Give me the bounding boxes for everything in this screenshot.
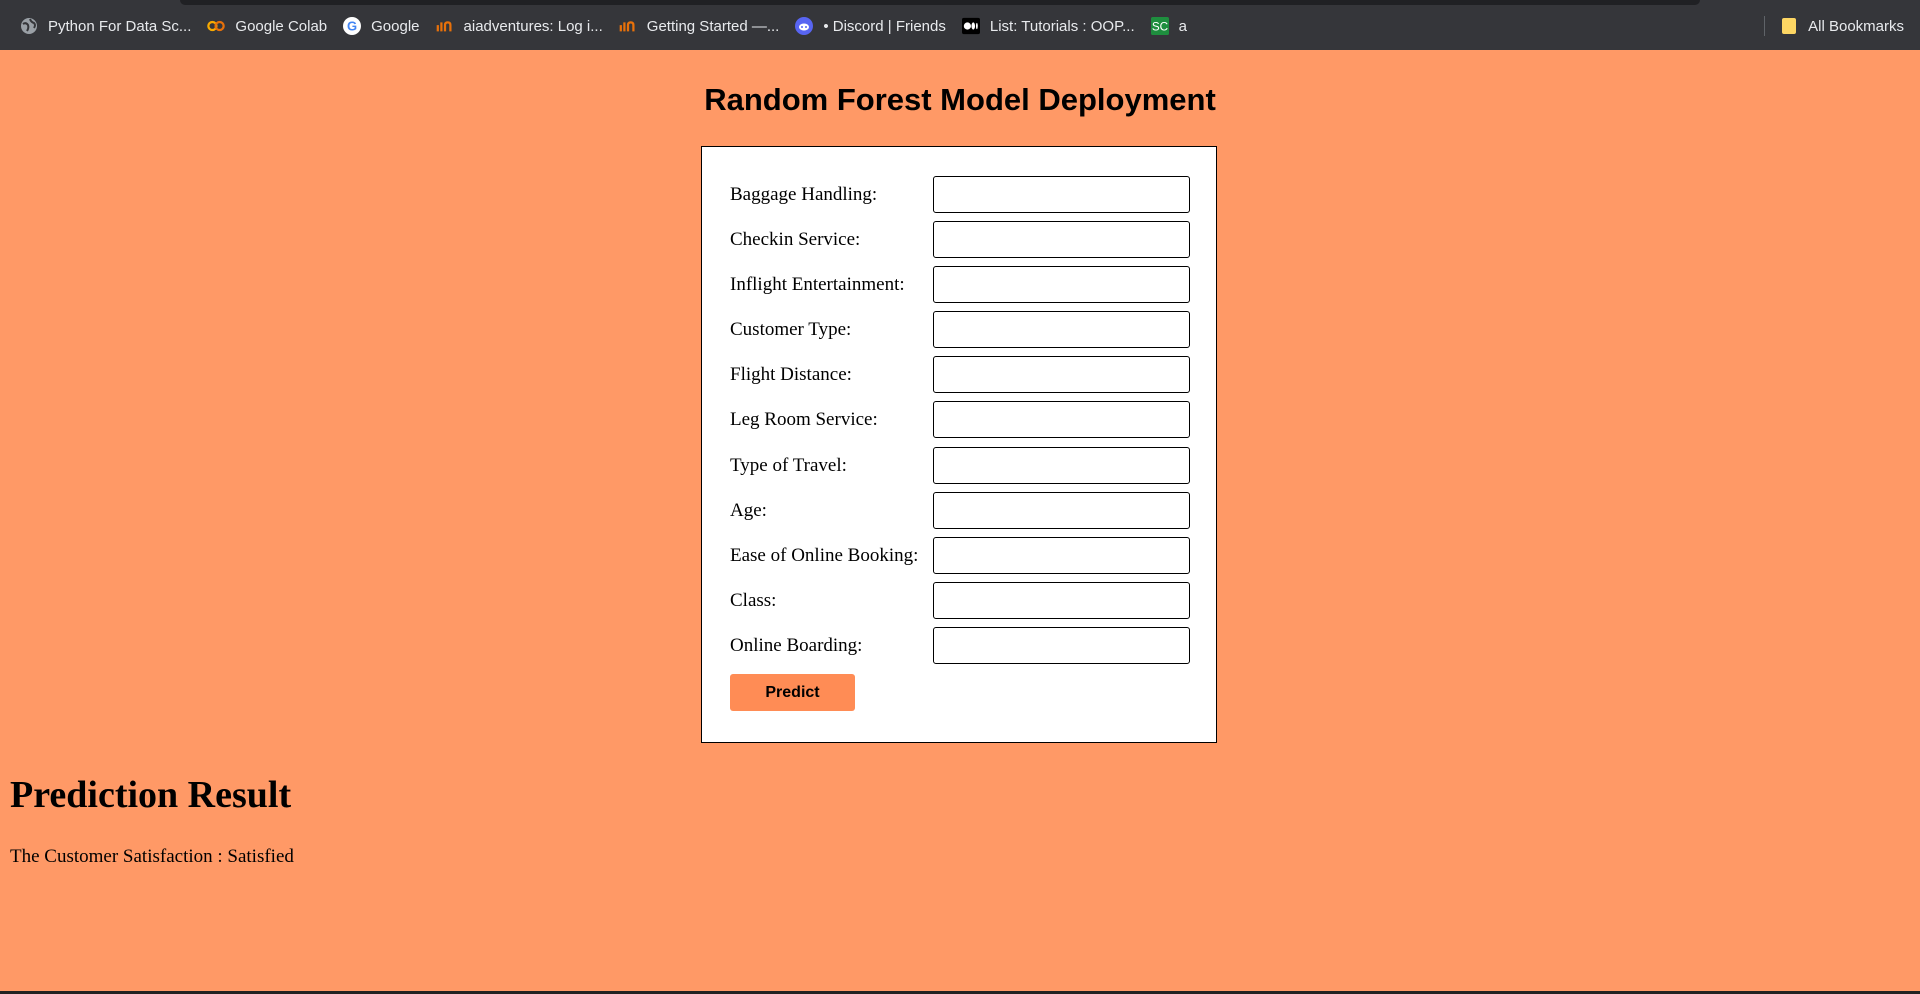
flight-distance-label: Flight Distance:	[730, 364, 852, 385]
prediction-result-heading: Prediction Result	[10, 774, 292, 816]
online-boarding-label: Online Boarding:	[730, 635, 863, 656]
sc-icon-text: SC	[1152, 21, 1168, 34]
bookmark-separator	[1764, 16, 1765, 36]
svg-text:G: G	[347, 19, 357, 34]
form-row-age: Age:	[730, 492, 1190, 529]
form-row-leg-room-service: Leg Room Service:	[730, 401, 1190, 438]
all-bookmarks-button[interactable]: All Bookmarks	[1780, 13, 1904, 39]
bookmark-list: Python For Data Sc... Google Colab G Goo…	[12, 13, 1195, 39]
checkin-service-label: Checkin Service:	[730, 229, 861, 250]
all-bookmarks-label: All Bookmarks	[1808, 17, 1904, 35]
ease-of-online-booking-input[interactable]	[933, 537, 1190, 574]
bookmark-label: Getting Started —...	[646, 17, 780, 35]
bookmark-label: aiadventures: Log i...	[463, 17, 603, 35]
globe-icon	[20, 17, 38, 35]
form-row-class: Class:	[730, 582, 1190, 619]
bookmark-aiadventures-login[interactable]: aiadventures: Log i...	[428, 13, 611, 39]
bookmark-label: Google Colab	[235, 17, 328, 35]
age-label: Age:	[730, 500, 767, 521]
customer-type-input[interactable]	[933, 311, 1190, 348]
form-row-baggage-handling: Baggage Handling:	[730, 176, 1190, 213]
bookmark-label: Google	[371, 17, 420, 35]
prediction-result-text: The Customer Satisfaction : Satisfied	[10, 846, 294, 867]
form-row-checkin-service: Checkin Service:	[730, 221, 1190, 258]
leg-room-service-input[interactable]	[933, 401, 1190, 438]
bookmark-google[interactable]: G Google	[335, 13, 427, 39]
form-row-online-boarding: Online Boarding:	[730, 627, 1190, 664]
page-title: Random Forest Model Deployment	[704, 82, 1216, 117]
customer-type-label: Customer Type:	[730, 319, 852, 340]
age-input[interactable]	[933, 492, 1190, 529]
type-of-travel-input[interactable]	[933, 447, 1190, 484]
bookmark-medium-tutorials[interactable]: List: Tutorials : OOP...	[954, 13, 1143, 39]
baggage-handling-input[interactable]	[933, 176, 1190, 213]
bookmark-label: Python For Data Sc...	[48, 17, 192, 35]
form-row-customer-type: Customer Type:	[730, 311, 1190, 348]
baggage-handling-label: Baggage Handling:	[730, 184, 878, 205]
inflight-entertainment-input[interactable]	[933, 266, 1190, 303]
leg-room-service-label: Leg Room Service:	[730, 409, 878, 430]
form-row-flight-distance: Flight Distance:	[730, 356, 1190, 393]
form-row-inflight-entertainment: Inflight Entertainment:	[730, 266, 1190, 303]
bookmark-getting-started[interactable]: Getting Started —...	[611, 13, 788, 39]
bookmark-google-colab[interactable]: Google Colab	[199, 13, 335, 39]
form-row-type-of-travel: Type of Travel:	[730, 447, 1190, 484]
sc-icon: SC	[1150, 17, 1169, 35]
discord-icon	[795, 17, 814, 35]
class-input[interactable]	[933, 582, 1190, 619]
bookmarks-bar: Python For Data Sc... Google Colab G Goo…	[0, 0, 1920, 50]
colab-icon	[207, 17, 226, 35]
medium-icon	[961, 17, 980, 35]
form-row-ease-of-online-booking: Ease of Online Booking:	[730, 537, 1190, 574]
type-of-travel-label: Type of Travel:	[730, 455, 847, 476]
ease-of-online-booking-label: Ease of Online Booking:	[730, 545, 919, 566]
prediction-form: Baggage Handling: Checkin Service: Infli…	[701, 146, 1217, 743]
bookmark-label: a	[1178, 17, 1187, 35]
predict-button[interactable]: Predict	[730, 674, 855, 711]
class-label: Class:	[730, 590, 777, 611]
bookmark-label: • Discord | Friends	[823, 17, 946, 35]
tab-strip-edge	[180, 0, 1700, 5]
bookmark-a[interactable]: SC a	[1143, 13, 1195, 39]
bookmark-label: List: Tutorials : OOP...	[989, 17, 1135, 35]
inflight-entertainment-label: Inflight Entertainment:	[730, 274, 905, 295]
checkin-service-input[interactable]	[933, 221, 1190, 258]
flight-distance-input[interactable]	[933, 356, 1190, 393]
aiadventures-icon	[436, 17, 454, 35]
folder-icon	[1780, 17, 1798, 35]
bookmark-python-for-data-science[interactable]: Python For Data Sc...	[12, 13, 199, 39]
google-icon: G	[343, 17, 362, 35]
bookmark-discord-friends[interactable]: • Discord | Friends	[787, 13, 954, 39]
online-boarding-input[interactable]	[933, 627, 1190, 664]
aiadventures-icon	[619, 17, 637, 35]
